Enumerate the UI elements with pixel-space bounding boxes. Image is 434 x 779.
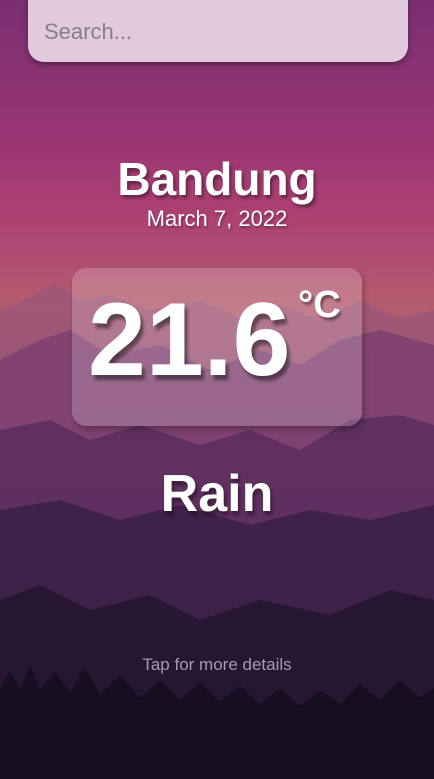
- temperature-unit: °C: [298, 284, 341, 326]
- temperature-value: 21.6: [88, 282, 291, 398]
- search-input[interactable]: [44, 12, 394, 52]
- more-details-link[interactable]: Tap for more details: [0, 655, 434, 675]
- weather-app: Bandung March 7, 2022 21.6 °C Rain Tap f…: [0, 0, 434, 779]
- current-date: March 7, 2022: [146, 206, 288, 231]
- search-bar: [28, 0, 408, 62]
- city-name: Bandung: [117, 153, 317, 205]
- weather-condition: Rain: [160, 465, 274, 523]
